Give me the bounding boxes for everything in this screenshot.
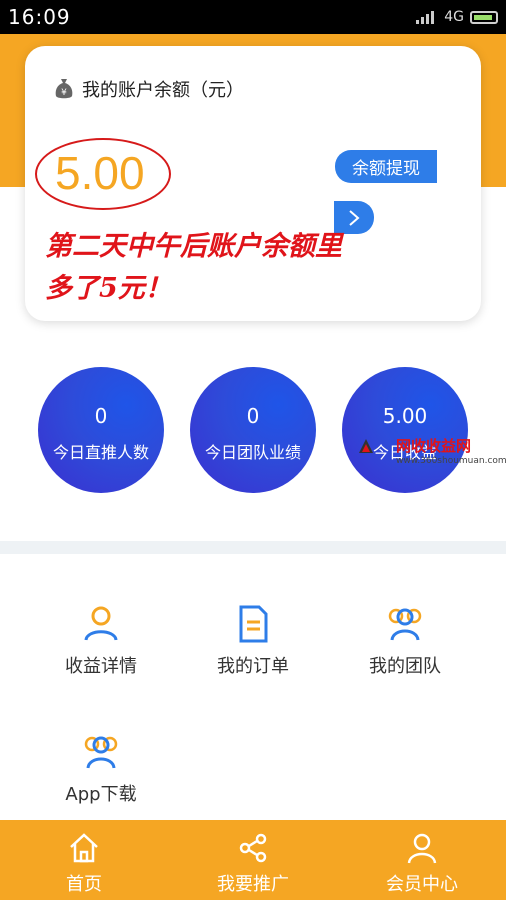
person-icon (407, 833, 437, 864)
team-icon (388, 608, 422, 641)
status-indicators: 4G (416, 9, 498, 25)
nav-promote[interactable]: 我要推广 (193, 820, 313, 900)
balance-card: ¥ 我的账户余额（元） 5.00 余额提现 第二天中午后账户余额里多了5元！ (25, 46, 481, 321)
network-type: 4G (444, 9, 464, 25)
chevron-right-icon (349, 209, 360, 226)
moneybag-icon: ¥ (55, 79, 73, 99)
annotation-text: 第二天中午后账户余额里多了5元！ (45, 231, 342, 304)
stat-value: 5.00 (382, 404, 428, 428)
watermark: 网收收益网 www.360shoumuan.com (358, 436, 506, 470)
watermark-url: www.360shoumuan.com (396, 456, 506, 466)
stats-row: 0 今日直推人数 0 今日团队业绩 5.00 今日收益 (0, 365, 506, 495)
watermark-name: 网收收益网 (396, 437, 472, 455)
stat-label: 今日团队业绩 (204, 443, 301, 462)
bottom-nav: 首页 我要推广 会员中心 (0, 820, 506, 900)
team-icon (84, 736, 118, 769)
stat-today-earnings: 5.00 今日收益 (342, 367, 468, 493)
watermark-logo-icon (359, 439, 373, 453)
section-divider (0, 541, 506, 554)
user-icon (84, 606, 118, 641)
balance-title: ¥ 我的账户余额（元） (54, 76, 244, 102)
battery-icon (470, 10, 498, 24)
stat-value: 0 (246, 404, 260, 428)
balance-amount: 5.00 (55, 147, 145, 199)
nav-member-center[interactable]: 会员中心 (362, 820, 482, 900)
withdraw-button[interactable]: 余额提现 (335, 150, 437, 183)
status-time: 16:09 (8, 5, 71, 29)
menu-earnings-detail[interactable]: 收益详情 (31, 604, 171, 694)
balance-title-text: 我的账户余额（元） (82, 80, 244, 101)
menu-label: 我的订单 (217, 656, 289, 677)
stat-value: 0 (94, 404, 108, 428)
share-icon (239, 833, 267, 863)
menu-my-orders[interactable]: 我的订单 (183, 604, 323, 694)
status-bar: 16:09 4G (0, 0, 506, 34)
signal-icon (416, 11, 435, 24)
nav-label: 会员中心 (386, 874, 458, 895)
menu-label: 收益详情 (65, 656, 137, 677)
menu-my-team[interactable]: 我的团队 (335, 604, 475, 694)
nav-label: 我要推广 (217, 874, 289, 895)
stat-team-performance: 0 今日团队业绩 (190, 367, 316, 493)
svg-text:¥: ¥ (61, 88, 67, 98)
nav-label: 首页 (66, 874, 102, 895)
menu-label: App下载 (65, 784, 137, 805)
nav-home[interactable]: 首页 (24, 820, 144, 900)
stat-direct-referrals: 0 今日直推人数 (38, 367, 164, 493)
home-icon (70, 833, 98, 863)
menu-label: 我的团队 (369, 656, 441, 677)
stat-label: 今日直推人数 (52, 443, 149, 462)
document-icon (239, 605, 268, 643)
menu-app-download[interactable]: App下载 (31, 732, 171, 822)
